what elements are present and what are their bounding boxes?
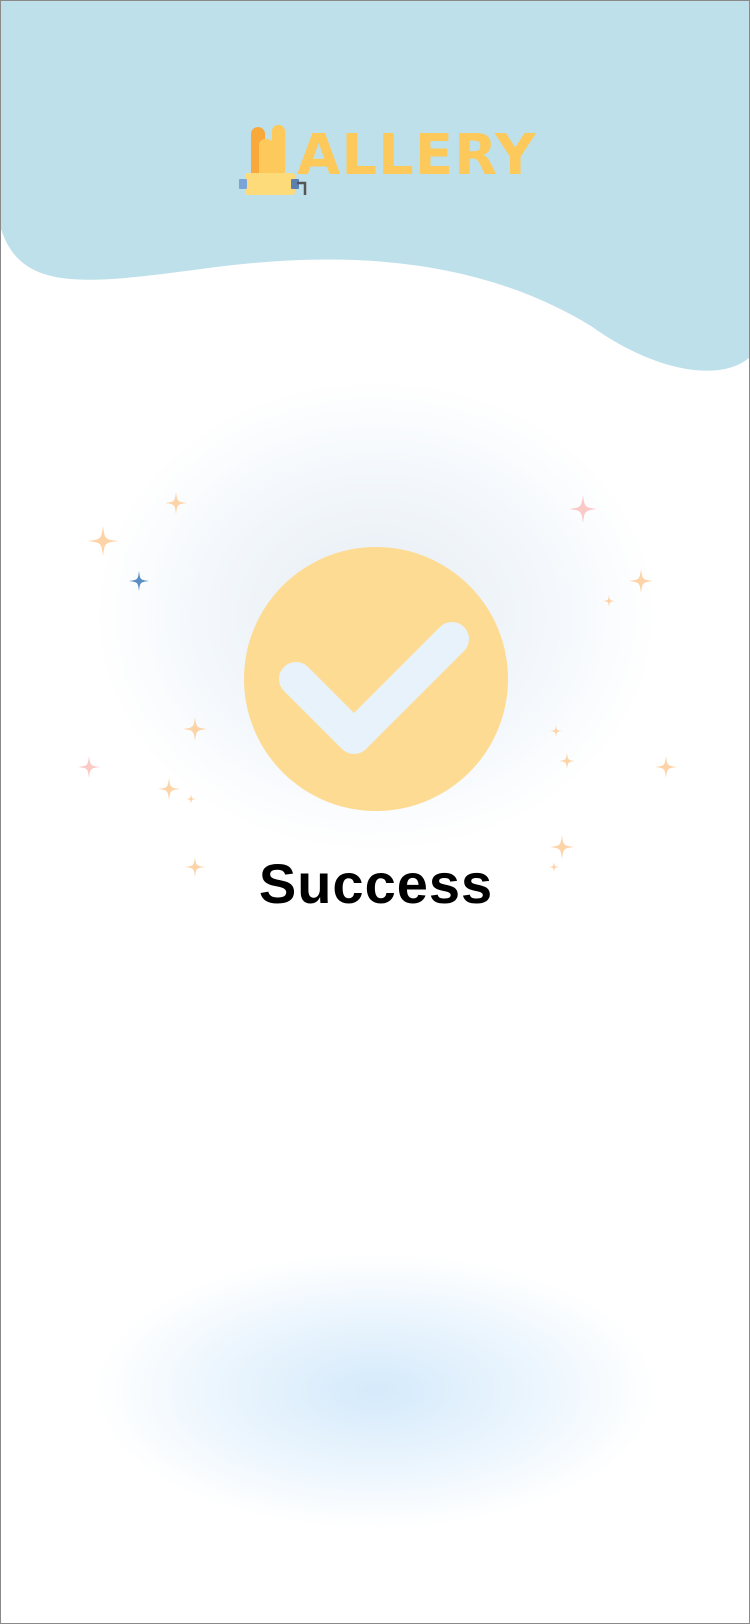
sparkle-icon	[78, 756, 100, 778]
sparkle-icon	[603, 595, 615, 607]
sparkle-icon	[186, 794, 196, 804]
sparkle-icon	[158, 778, 180, 800]
sparkle-icon	[165, 492, 187, 514]
checkmark-icon	[244, 547, 508, 811]
sparkle-icon	[629, 569, 653, 593]
sparkle-icon	[655, 756, 677, 778]
sparkle-icon	[88, 526, 118, 556]
success-title: Success	[258, 852, 494, 915]
success-screen: ALLERY Success	[0, 0, 750, 1624]
sparkle-icon	[559, 753, 575, 769]
sparkle-icon	[550, 725, 562, 737]
sparkle-icon	[129, 571, 149, 591]
sparkle-icon	[183, 717, 207, 741]
sparkle-icon	[569, 495, 597, 523]
background-glow-bottom	[1, 1181, 749, 1601]
